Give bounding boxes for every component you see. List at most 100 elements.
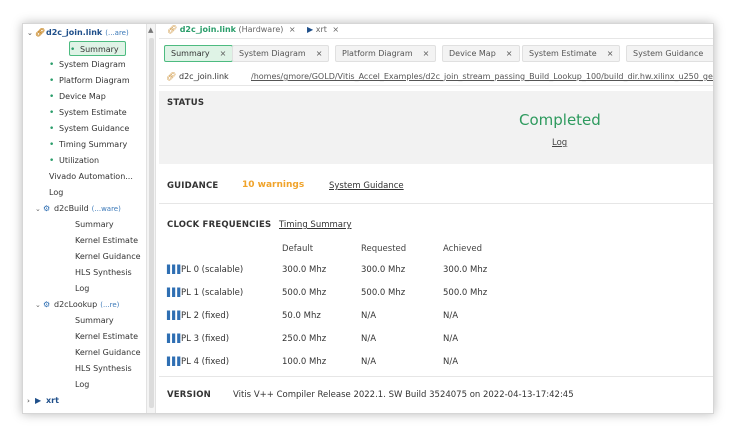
sidebar-item-label: Utilization [59, 156, 100, 165]
close-icon[interactable]: × [289, 25, 296, 34]
close-icon[interactable]: × [220, 49, 227, 58]
sidebar-item-label: Summary [75, 220, 114, 229]
sidebar-item-xrt[interactable]: › ▶ xrt [27, 393, 59, 408]
system-guidance-link[interactable]: System Guidance [329, 181, 404, 191]
clock-achieved: 500.0 Mhz [443, 288, 488, 298]
sidebar-item-label: Platform Diagram [59, 76, 130, 85]
sidebar-item-label: Device Map [59, 92, 106, 101]
clock-name: PL 0 (scalable) [181, 265, 244, 275]
editor-tab-d2c-join-link[interactable]: 🔗︎ d2c_join.link (Hardware) × [167, 24, 296, 38]
tab-label: System Guidance [633, 49, 704, 58]
col-header-default: Default [282, 244, 314, 254]
guidance-title: GUIDANCE [167, 181, 219, 191]
sidebar-item-log[interactable]: Log [49, 185, 63, 200]
bullet-icon: • [49, 76, 55, 86]
sidebar-item-summary[interactable]: Summary [75, 313, 114, 328]
sidebar-item-kernel-estimate[interactable]: Kernel Estimate [75, 329, 138, 344]
tab-system-estimate[interactable]: System Estimate × [522, 45, 621, 62]
table-row: ▌▌▌ PL 3 (fixed) 250.0 Mhz N/A N/A [159, 334, 559, 348]
bullet-icon: • [49, 92, 55, 102]
editor-tab-bar: 🔗︎ d2c_join.link (Hardware) × ▶ xrt × [159, 24, 713, 39]
sidebar-item-label: d2cLookup [54, 300, 98, 309]
bullet-icon: • [49, 60, 55, 70]
vitis-analyzer-window: ⌄ 🔗︎d2c_join.link (...are) • Summary • System … [22, 23, 714, 414]
editor-tab-xrt[interactable]: ▶ xrt × [307, 24, 339, 38]
sidebar-item-label: HLS Synthesis [75, 364, 132, 373]
col-header-requested: Requested [361, 244, 407, 254]
sidebar-item-sublabel: (...are) [105, 29, 129, 37]
summary-report-pane: 🔗︎ d2c_join.link (Hardware) × ▶ xrt × Su… [159, 24, 713, 413]
sidebar-item-label: System Guidance [59, 124, 130, 133]
sidebar-item-d2cbuild[interactable]: ⌄ ⚙ d2cBuild (...ware) [35, 201, 121, 216]
clock-achieved: 300.0 Mhz [443, 265, 488, 275]
sidebar-item-device-map[interactable]: • Device Map [49, 89, 106, 104]
sidebar-item-label: HLS Synthesis [75, 268, 132, 277]
sidebar-item-system-guidance[interactable]: • System Guidance [49, 121, 129, 136]
close-icon[interactable]: × [423, 49, 430, 58]
link-icon: 🔗︎ [35, 28, 46, 37]
sidebar-scrollbar[interactable]: ▲ [146, 24, 156, 413]
sidebar-item-kernel-estimate[interactable]: Kernel Estimate [75, 233, 138, 248]
editor-tab-label: d2c_join.link [179, 25, 236, 34]
clock-name: PL 4 (fixed) [181, 357, 230, 367]
sidebar-item-label: System Diagram [59, 60, 126, 69]
close-icon[interactable]: × [607, 49, 614, 58]
version-section: VERSION Vitis V++ Compiler Release 2022.… [159, 376, 713, 412]
run-path-link[interactable]: /homes/gmore/GOLD/Vitis_Accel_Examples/d… [251, 68, 713, 86]
close-icon[interactable]: × [506, 49, 513, 58]
sidebar-item-label: Log [49, 188, 64, 197]
chevron-right-icon[interactable]: › [27, 394, 35, 409]
link-icon: 🔗︎ [166, 72, 177, 81]
sidebar-item-label: Timing Summary [59, 140, 128, 149]
chevron-down-icon[interactable]: ⌄ [35, 298, 43, 313]
sidebar-item-log[interactable]: Log [75, 377, 89, 392]
play-triangle-icon: ▶ [35, 396, 42, 405]
sidebar-item-summary[interactable]: Summary [75, 217, 114, 232]
tab-summary[interactable]: Summary × [164, 45, 234, 62]
sidebar-item-log[interactable]: Log [75, 281, 89, 296]
chip-icon: ⚙ [43, 300, 51, 309]
run-path-bar: 🔗︎ d2c_join.link /homes/gmore/GOLD/Vitis… [159, 68, 713, 86]
sidebar-item-label: Kernel Estimate [75, 236, 139, 245]
status-value: Completed [519, 111, 601, 129]
timing-summary-link[interactable]: Timing Summary [279, 220, 352, 230]
chevron-down-icon[interactable]: ⌄ [27, 26, 35, 41]
sidebar-item-kernel-guidance[interactable]: Kernel Guidance [75, 249, 141, 264]
status-title: STATUS [167, 98, 205, 108]
sidebar-item-vivado-automation[interactable]: Vivado Automation... [49, 169, 133, 184]
log-link[interactable]: Log [552, 138, 567, 148]
sidebar-item-sublabel: (...re) [100, 301, 120, 309]
bullet-icon: • [49, 124, 55, 134]
warnings-count[interactable]: 10 warnings [242, 180, 304, 190]
sidebar-item-system-estimate[interactable]: • System Estimate [49, 105, 127, 120]
tab-label: System Diagram [239, 49, 306, 58]
chevron-down-icon[interactable]: ⌄ [35, 202, 43, 217]
sidebar-item-kernel-guidance[interactable]: Kernel Guidance [75, 345, 141, 360]
tab-label: Platform Diagram [342, 49, 413, 58]
sidebar-item-d2clookup[interactable]: ⌄ ⚙ d2cLookup (...re) [35, 297, 119, 312]
close-icon[interactable]: × [316, 49, 323, 58]
sidebar-item-timing-summary[interactable]: • Timing Summary [49, 137, 127, 152]
sidebar-item-label: System Estimate [59, 108, 127, 117]
tab-system-diagram[interactable]: System Diagram × [232, 45, 330, 62]
clock-name: PL 3 (fixed) [181, 334, 230, 344]
sidebar-item-utilization[interactable]: • Utilization [49, 153, 99, 168]
scroll-up-icon[interactable]: ▲ [148, 26, 153, 34]
sidebar-item-summary[interactable]: • Summary [69, 41, 126, 56]
close-icon[interactable]: × [332, 25, 339, 34]
sidebar-item-hls-synthesis[interactable]: HLS Synthesis [75, 265, 132, 280]
bullet-icon: • [70, 45, 76, 55]
scrollbar-thumb[interactable] [149, 38, 154, 408]
sidebar-item-d2c-join-link[interactable]: ⌄ 🔗︎d2c_join.link (...are) [27, 25, 129, 40]
editor-tab-label: xrt [315, 25, 327, 34]
tab-platform-diagram[interactable]: Platform Diagram × [335, 45, 437, 62]
tab-system-guidance[interactable]: System Guidance× [626, 45, 713, 62]
sidebar-item-hls-synthesis[interactable]: HLS Synthesis [75, 361, 132, 376]
clock-name: PL 2 (fixed) [181, 311, 230, 321]
sidebar-item-label: d2c_join.link [46, 28, 103, 37]
sidebar-item-system-diagram[interactable]: • System Diagram [49, 57, 126, 72]
sidebar-item-platform-diagram[interactable]: • Platform Diagram [49, 73, 130, 88]
sidebar-item-label: Kernel Guidance [75, 348, 141, 357]
version-title: VERSION [167, 390, 211, 400]
tab-device-map[interactable]: Device Map × [442, 45, 520, 62]
